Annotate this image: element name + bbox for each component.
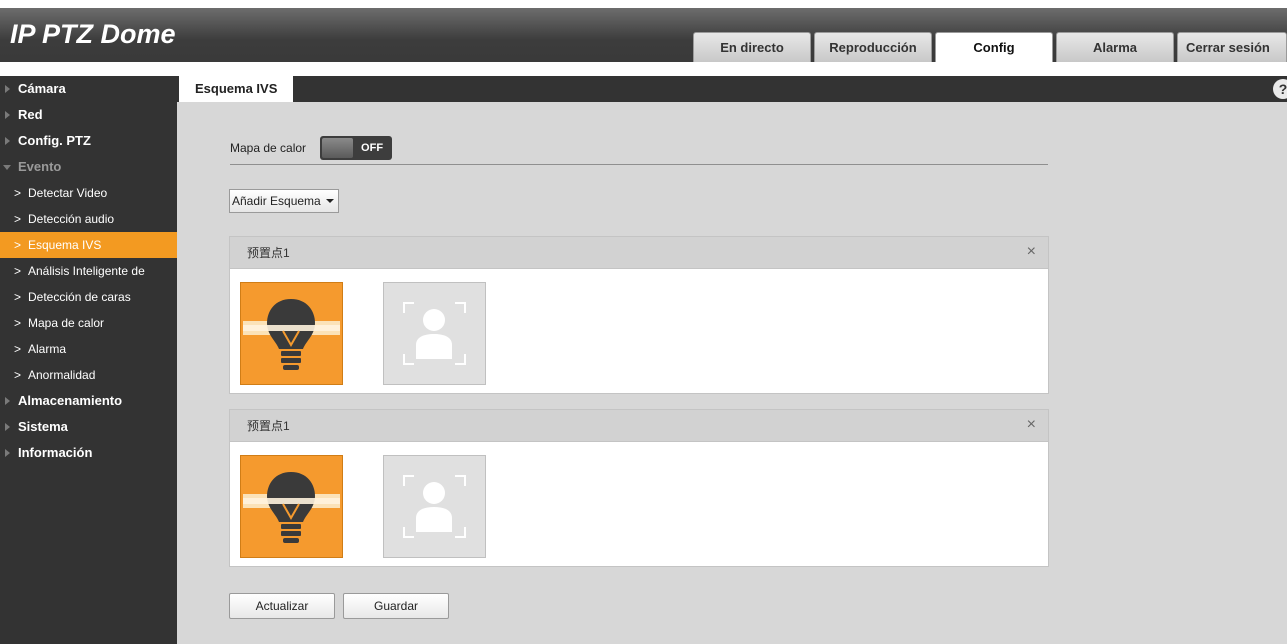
heatmap-toggle[interactable]: OFF bbox=[320, 136, 393, 160]
main-content: Mapa de calor OFF Añadir Esquema 预置点1 × bbox=[177, 102, 1287, 644]
sidebar-subitem-alarm[interactable]: > Alarma bbox=[0, 336, 177, 362]
tab-playback[interactable]: Reproducción bbox=[814, 32, 932, 62]
expand-triangle-icon bbox=[5, 85, 10, 93]
scheme-panel: 预置点1 × bbox=[229, 409, 1049, 567]
toggle-knob bbox=[322, 138, 354, 158]
sidebar-item-label: Evento bbox=[18, 159, 62, 174]
sidebar-subitem-face-detect[interactable]: > Detección de caras bbox=[0, 284, 177, 310]
sidebar-item-label: Cámara bbox=[18, 81, 66, 96]
chevron-right-icon: > bbox=[14, 290, 22, 304]
add-scheme-label: Añadir Esquema bbox=[232, 194, 321, 208]
sidebar-subitem-heatmap[interactable]: > Mapa de calor bbox=[0, 310, 177, 336]
scheme-header: 预置点1 × bbox=[230, 237, 1048, 269]
sidebar-subitem-smart-analysis[interactable]: > Análisis Inteligente de bbox=[0, 258, 177, 284]
lightbulb-tripwire-icon bbox=[243, 472, 340, 543]
sidebar-subitem-label: Anormalidad bbox=[28, 368, 96, 382]
refresh-button[interactable]: Actualizar bbox=[229, 593, 335, 619]
lightbulb-tripwire-icon bbox=[243, 299, 340, 370]
face-rule-tile[interactable] bbox=[383, 282, 486, 385]
sidebar-item-ptz-config[interactable]: Config. PTZ bbox=[0, 128, 177, 154]
sidebar-subitem-label: Detección de caras bbox=[28, 290, 131, 304]
app-title: IP PTZ Dome bbox=[10, 19, 176, 49]
add-scheme-dropdown[interactable]: Añadir Esquema bbox=[229, 189, 339, 213]
sidebar-item-label: Config. PTZ bbox=[18, 133, 91, 148]
save-button[interactable]: Guardar bbox=[343, 593, 449, 619]
sidebar-item-information[interactable]: Información bbox=[0, 440, 177, 466]
chevron-right-icon: > bbox=[14, 368, 22, 382]
top-navigation: En directo Reproducción Config Alarma Ce… bbox=[693, 32, 1287, 62]
sidebar-subitem-label: Análisis Inteligente de bbox=[28, 264, 145, 278]
expand-triangle-icon bbox=[5, 423, 10, 431]
tripwire-rule-tile[interactable] bbox=[240, 455, 343, 558]
chevron-right-icon: > bbox=[14, 186, 22, 200]
sidebar-subitem-label: Esquema IVS bbox=[28, 238, 102, 252]
tab-logout[interactable]: Cerrar sesión bbox=[1177, 32, 1287, 62]
action-buttons: Actualizar Guardar bbox=[229, 593, 449, 619]
expand-triangle-icon bbox=[5, 449, 10, 457]
face-detection-icon bbox=[403, 475, 466, 538]
help-icon[interactable]: ? bbox=[1273, 79, 1287, 99]
sidebar-item-network[interactable]: Red bbox=[0, 102, 177, 128]
sidebar-item-storage[interactable]: Almacenamiento bbox=[0, 388, 177, 414]
tab-config[interactable]: Config bbox=[935, 32, 1053, 62]
sidebar-subitem-label: Detectar Video bbox=[28, 186, 108, 200]
chevron-right-icon: > bbox=[14, 212, 22, 226]
tab-ivs-scheme[interactable]: Esquema IVS bbox=[179, 76, 294, 102]
scheme-title: 预置点1 bbox=[247, 419, 290, 433]
sidebar-subitem-label: Alarma bbox=[28, 342, 67, 356]
sidebar-subitem-label: Detección audio bbox=[28, 212, 115, 226]
sidebar-item-label: Información bbox=[18, 445, 93, 460]
heatmap-row: Mapa de calor OFF bbox=[230, 136, 393, 160]
sidebar-item-camera[interactable]: Cámara bbox=[0, 76, 177, 102]
chevron-right-icon: > bbox=[14, 238, 22, 252]
expand-triangle-icon bbox=[5, 111, 10, 119]
scheme-title: 预置点1 bbox=[247, 246, 290, 260]
face-rule-tile[interactable] bbox=[383, 455, 486, 558]
sidebar-subitem-label: Mapa de calor bbox=[28, 316, 105, 330]
chevron-right-icon: > bbox=[14, 342, 22, 356]
tab-live[interactable]: En directo bbox=[693, 32, 811, 62]
chevron-right-icon: > bbox=[14, 264, 22, 278]
chevron-right-icon: > bbox=[14, 316, 22, 330]
caret-down-icon bbox=[325, 199, 334, 203]
sidebar-item-label: Red bbox=[18, 107, 43, 122]
tripwire-rule-tile[interactable] bbox=[240, 282, 343, 385]
sidebar-item-label: Almacenamiento bbox=[18, 393, 123, 408]
expand-triangle-icon bbox=[5, 397, 10, 405]
expand-triangle-icon bbox=[5, 137, 10, 145]
header-bar: IP PTZ Dome En directo Reproducción Conf… bbox=[0, 8, 1287, 62]
face-detection-icon bbox=[403, 302, 466, 365]
tab-alarm[interactable]: Alarma bbox=[1056, 32, 1174, 62]
collapse-triangle-icon bbox=[3, 165, 11, 170]
sidebar-subitem-abnormality[interactable]: > Anormalidad bbox=[0, 362, 177, 388]
scheme-header: 预置点1 × bbox=[230, 410, 1048, 442]
sidebar-subitem-audio-detect[interactable]: > Detección audio bbox=[0, 206, 177, 232]
sidebar-item-label: Sistema bbox=[18, 419, 68, 434]
heatmap-label: Mapa de calor bbox=[230, 141, 307, 155]
close-icon[interactable]: × bbox=[1027, 237, 1036, 267]
sidebar-item-event[interactable]: Evento bbox=[0, 154, 177, 180]
sidebar: Cámara Red Config. PTZ Evento > Detectar … bbox=[0, 76, 177, 644]
sidebar-subitem-ivs-scheme[interactable]: > Esquema IVS bbox=[0, 232, 177, 258]
close-icon[interactable]: × bbox=[1027, 410, 1036, 440]
toggle-state: OFF bbox=[361, 142, 384, 154]
sidebar-item-system[interactable]: Sistema bbox=[0, 414, 177, 440]
divider bbox=[230, 164, 1048, 165]
scheme-panel: 预置点1 × bbox=[229, 236, 1049, 394]
content-tab-bar: Esquema IVS ? bbox=[177, 76, 1287, 102]
sidebar-subitem-video-detect[interactable]: > Detectar Video bbox=[0, 180, 177, 206]
